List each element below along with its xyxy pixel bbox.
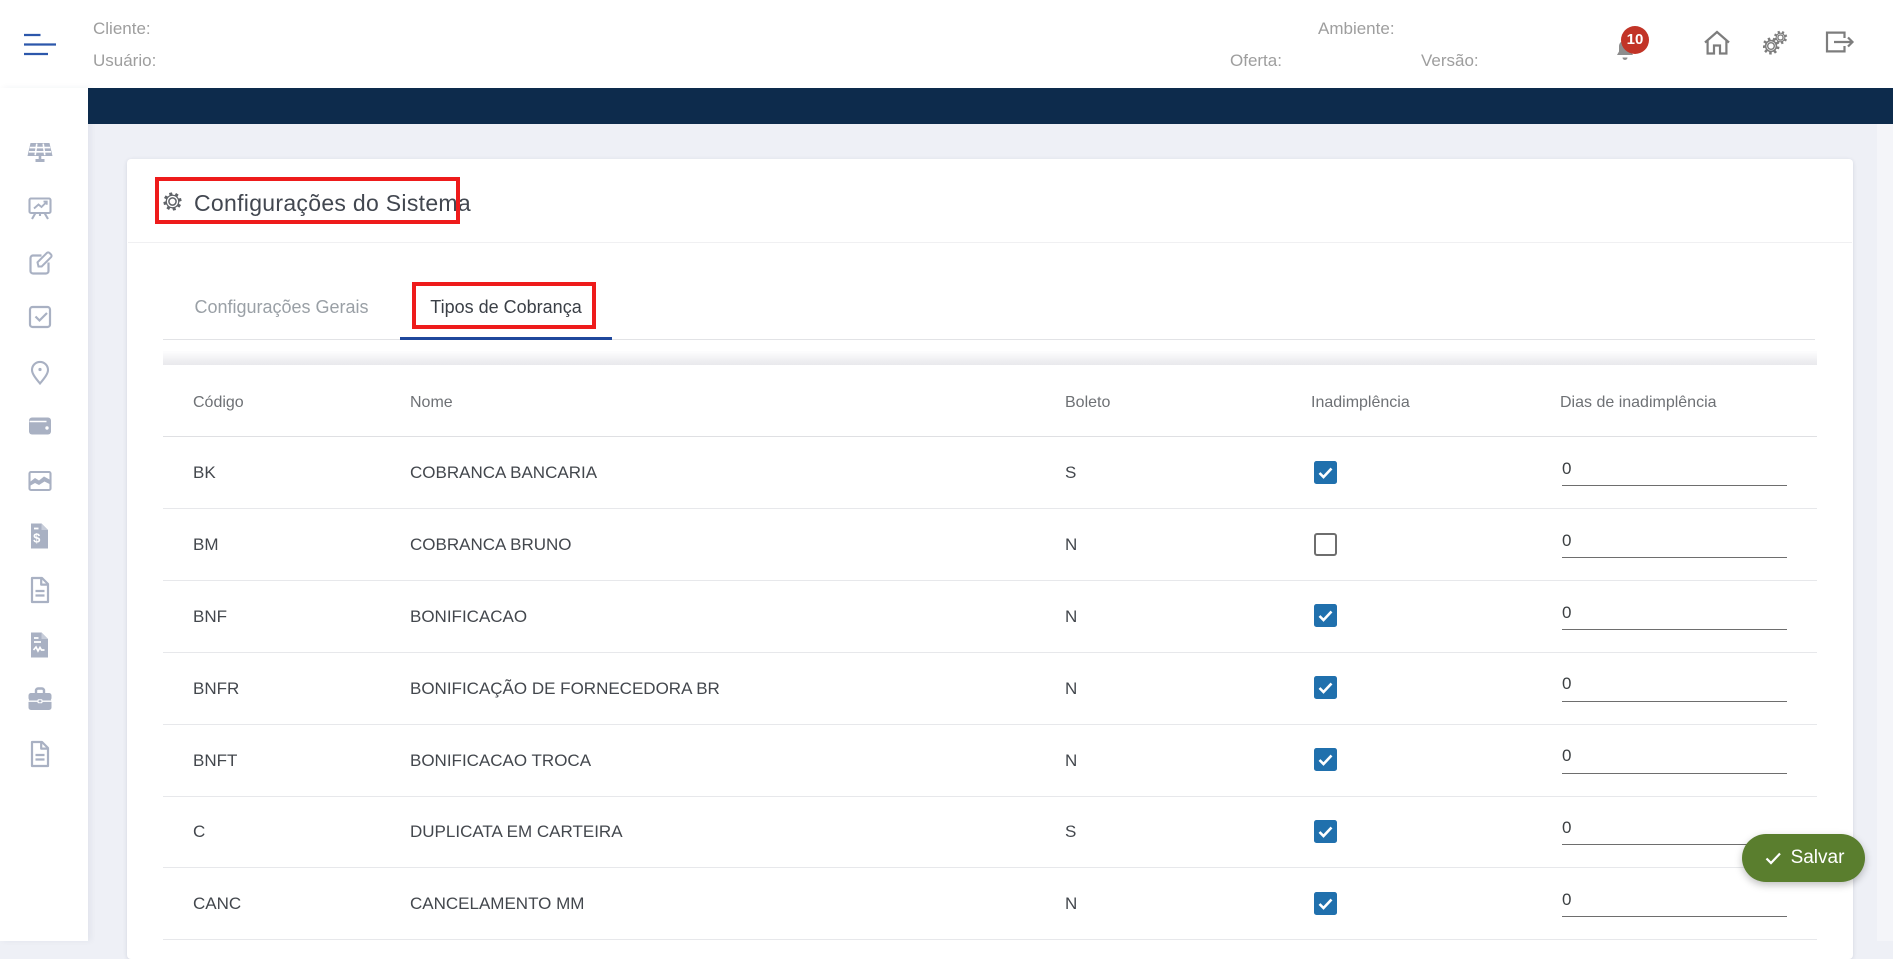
svg-text:$: $ [33,531,41,546]
